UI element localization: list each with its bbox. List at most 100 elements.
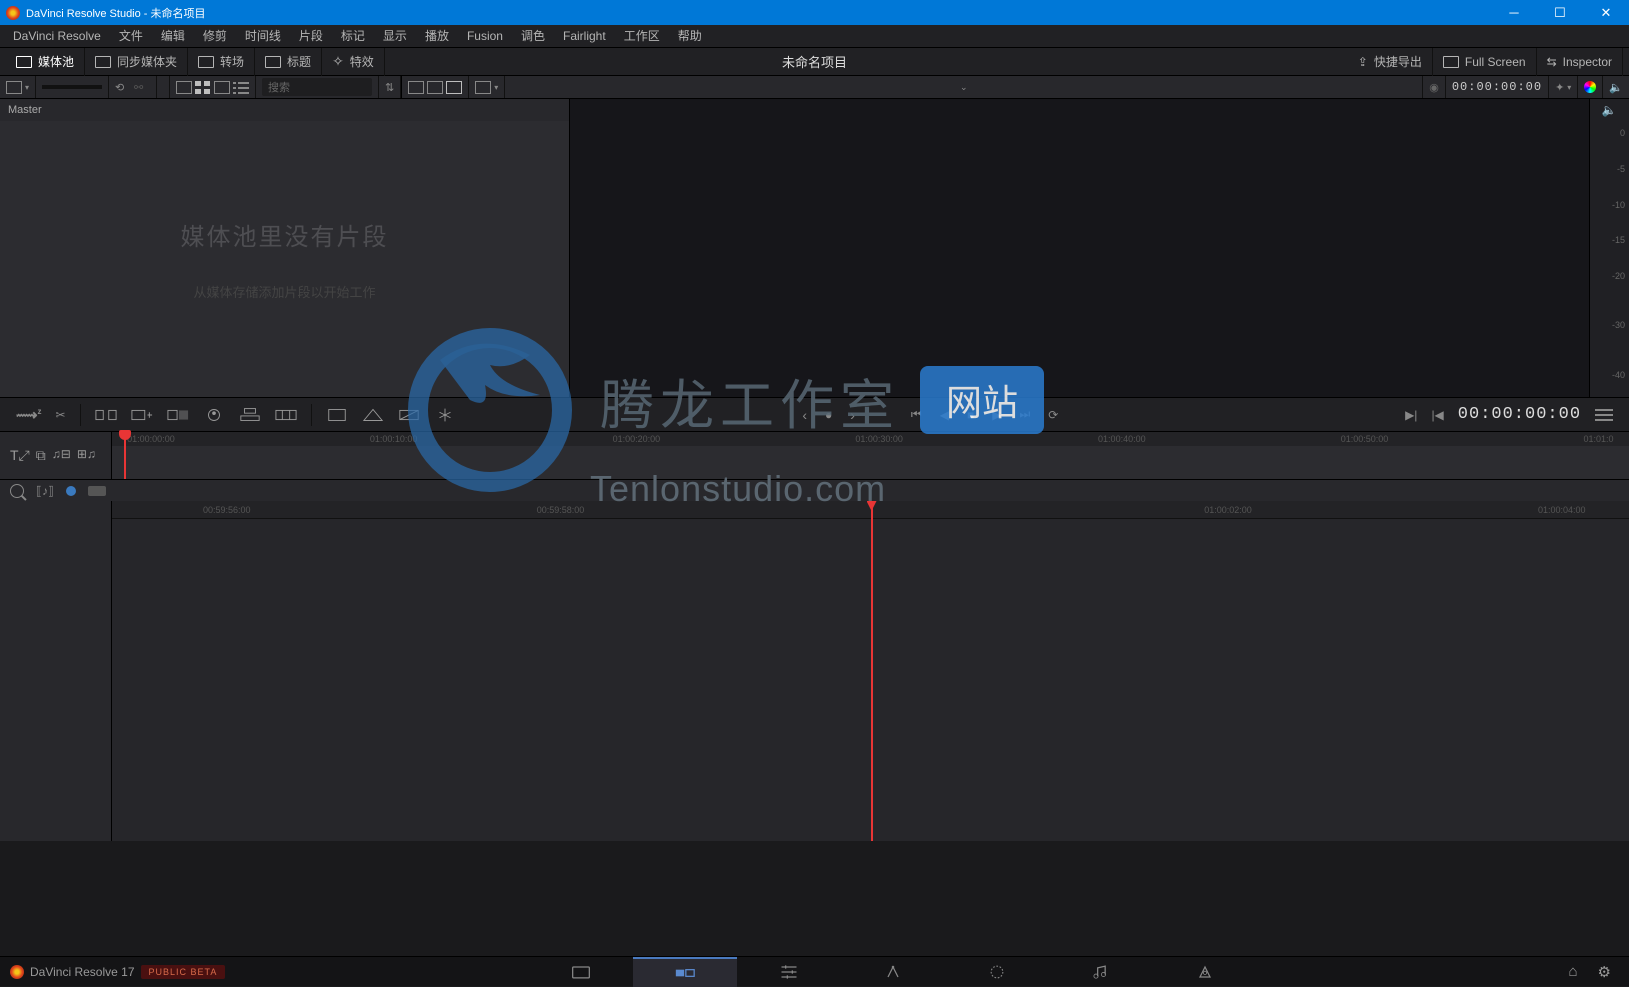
safe-area-icon[interactable] — [475, 81, 491, 94]
upper-ruler[interactable]: 01:00:00:00 01:00:10:00 01:00:20:00 01:0… — [112, 432, 1629, 446]
place-on-top-icon[interactable] — [239, 406, 261, 424]
menu-playback[interactable]: 播放 — [416, 25, 458, 47]
prev-edit-icon[interactable]: ‹ — [802, 407, 807, 423]
page-fusion[interactable] — [841, 957, 945, 987]
append-icon[interactable] — [131, 406, 153, 424]
viewer-tl-icon[interactable] — [446, 81, 462, 94]
view-grid-icon[interactable] — [195, 81, 211, 94]
page-cut[interactable] — [633, 957, 737, 987]
menu-fusion[interactable]: Fusion — [458, 25, 512, 47]
toolbar-timecode[interactable]: 00:00:00:00 — [1452, 80, 1542, 94]
tab-fullscreen[interactable]: Full Screen — [1433, 48, 1537, 76]
view-list-icon[interactable] — [233, 81, 249, 94]
menu-clip[interactable]: 片段 — [290, 25, 332, 47]
source-overwrite-icon[interactable] — [275, 406, 297, 424]
viewer-panel[interactable] — [570, 99, 1589, 397]
menu-file[interactable]: 文件 — [110, 25, 152, 47]
menu-trim[interactable]: 修剪 — [194, 25, 236, 47]
tab-transitions[interactable]: 转场 — [188, 48, 255, 76]
audio-trim-icon[interactable]: ⟦♪⟧ — [36, 484, 54, 498]
sort-icon[interactable]: ⇅ — [385, 81, 394, 94]
bin-layout-toggle[interactable]: ▾ — [0, 76, 36, 98]
link-icon[interactable]: ⚯ — [134, 81, 150, 94]
track-color-icon[interactable] — [88, 486, 106, 496]
transition-icon[interactable] — [362, 406, 384, 424]
maximize-button[interactable]: ☐ — [1537, 0, 1583, 25]
tab-titles[interactable]: 标题 — [255, 48, 322, 76]
close-button[interactable]: ✕ — [1583, 0, 1629, 25]
tools-dropdown-icon[interactable] — [326, 406, 348, 424]
color-icon[interactable] — [1584, 81, 1596, 93]
speaker-icon[interactable]: 🔈 — [1609, 81, 1623, 94]
smart-insert-icon[interactable] — [95, 406, 117, 424]
secondary-toolbar: ▾ ⟲⚯ 搜索 ⇅ ▾ ⌄ ◉ 00:00:00:00 ✦▾ 🔈 — [0, 75, 1629, 99]
page-color[interactable] — [945, 957, 1049, 987]
cut-icon[interactable] — [434, 406, 456, 424]
menu-view[interactable]: 显示 — [374, 25, 416, 47]
go-start-icon[interactable]: ⏮ — [911, 407, 922, 422]
lower-playhead[interactable] — [871, 501, 873, 841]
tab-effects[interactable]: ✧特效 — [322, 48, 385, 76]
tab-syncbin[interactable]: 同步媒体夹 — [85, 48, 188, 76]
search-input[interactable]: 搜索 — [262, 78, 372, 96]
page-fairlight[interactable] — [1049, 957, 1153, 987]
menu-fairlight[interactable]: Fairlight — [554, 25, 615, 47]
ripple-overwrite-icon[interactable] — [167, 406, 189, 424]
meter-speaker-icon[interactable]: 🔈 — [1602, 103, 1618, 119]
bypass-icon[interactable]: ✦ — [1555, 81, 1564, 94]
menu-timeline[interactable]: 时间线 — [236, 25, 290, 47]
menu-color[interactable]: 调色 — [512, 25, 554, 47]
current-edit-icon[interactable]: ● — [825, 408, 832, 422]
menu-help[interactable]: 帮助 — [669, 25, 711, 47]
refresh-icon[interactable]: ⟲ — [115, 81, 131, 94]
viewer-dropdown[interactable]: ⌄ — [960, 82, 968, 93]
tab-quickexport[interactable]: ⇪快捷导出 — [1348, 48, 1433, 76]
closeup-icon[interactable] — [203, 406, 225, 424]
menu-edit[interactable]: 编辑 — [152, 25, 194, 47]
menu-workspace[interactable]: 工作区 — [615, 25, 669, 47]
tab-inspector[interactable]: ⇆Inspector — [1537, 48, 1623, 76]
marker-dot-icon[interactable] — [66, 486, 76, 496]
upper-playhead[interactable] — [124, 432, 126, 479]
play-reverse-icon[interactable]: ◀ — [940, 408, 949, 422]
jump-start-icon[interactable]: |◀ — [1431, 408, 1443, 422]
bin-width-slider[interactable] — [36, 76, 109, 98]
go-end-icon[interactable]: ⏭ — [1019, 407, 1030, 422]
mediapool-bin-header[interactable]: Master — [0, 99, 569, 121]
audio-track-icon[interactable]: ♫⊟ — [52, 447, 71, 464]
boring-detector-icon[interactable]: ⟿z — [16, 406, 42, 424]
dissolve-icon[interactable] — [398, 406, 420, 424]
upper-timeline-track[interactable]: 01:00:00:00 01:00:10:00 01:00:20:00 01:0… — [112, 432, 1629, 479]
marker-icon[interactable]: ◉ — [1429, 81, 1439, 94]
snap-icon[interactable] — [10, 484, 24, 498]
next-edit-icon[interactable]: › — [850, 407, 855, 423]
menu-mark[interactable]: 标记 — [332, 25, 374, 47]
sync-lock-icon[interactable]: ⧉ — [36, 447, 46, 464]
mediapool-panel: Master 媒体池里没有片段 从媒体存储添加片段以开始工作 — [0, 99, 570, 397]
settings-icon[interactable]: ⚙ — [1598, 963, 1611, 981]
viewer-tape-icon[interactable] — [427, 81, 443, 94]
lower-track-headers[interactable] — [0, 501, 112, 841]
tab-mediapool[interactable]: 媒体池 — [6, 48, 85, 76]
viewer-src-icon[interactable] — [408, 81, 424, 94]
lock-track-icon[interactable]: T⤢ — [10, 447, 30, 464]
timeline-options-icon[interactable] — [1595, 409, 1613, 421]
minimize-button[interactable]: ─ — [1491, 0, 1537, 25]
loop-icon[interactable]: ⟳ — [1048, 408, 1058, 422]
page-edit[interactable] — [737, 957, 841, 987]
view-meta-icon[interactable] — [214, 81, 230, 94]
titles-icon — [265, 56, 281, 68]
split-icon[interactable]: ✂ — [56, 408, 66, 422]
home-icon[interactable]: ⌂ — [1568, 963, 1577, 981]
jump-end-icon[interactable]: ▶| — [1405, 408, 1417, 422]
view-strip-icon[interactable] — [176, 81, 192, 94]
menu-davinci[interactable]: DaVinci Resolve — [4, 25, 110, 47]
page-media[interactable] — [529, 957, 633, 987]
page-deliver[interactable] — [1153, 957, 1257, 987]
viewer-timecode[interactable]: 00:00:00:00 — [1458, 405, 1581, 424]
play-icon[interactable]: ▶ — [992, 408, 1001, 422]
lower-timeline: 00:59:56:00 00:59:58:00 01:00:02:00 01:0… — [0, 501, 1629, 841]
lower-timeline-track[interactable]: 00:59:56:00 00:59:58:00 01:00:02:00 01:0… — [112, 501, 1629, 841]
stop-icon[interactable]: ■ — [967, 408, 974, 422]
video-track-icon[interactable]: ⊞♫ — [77, 447, 96, 464]
